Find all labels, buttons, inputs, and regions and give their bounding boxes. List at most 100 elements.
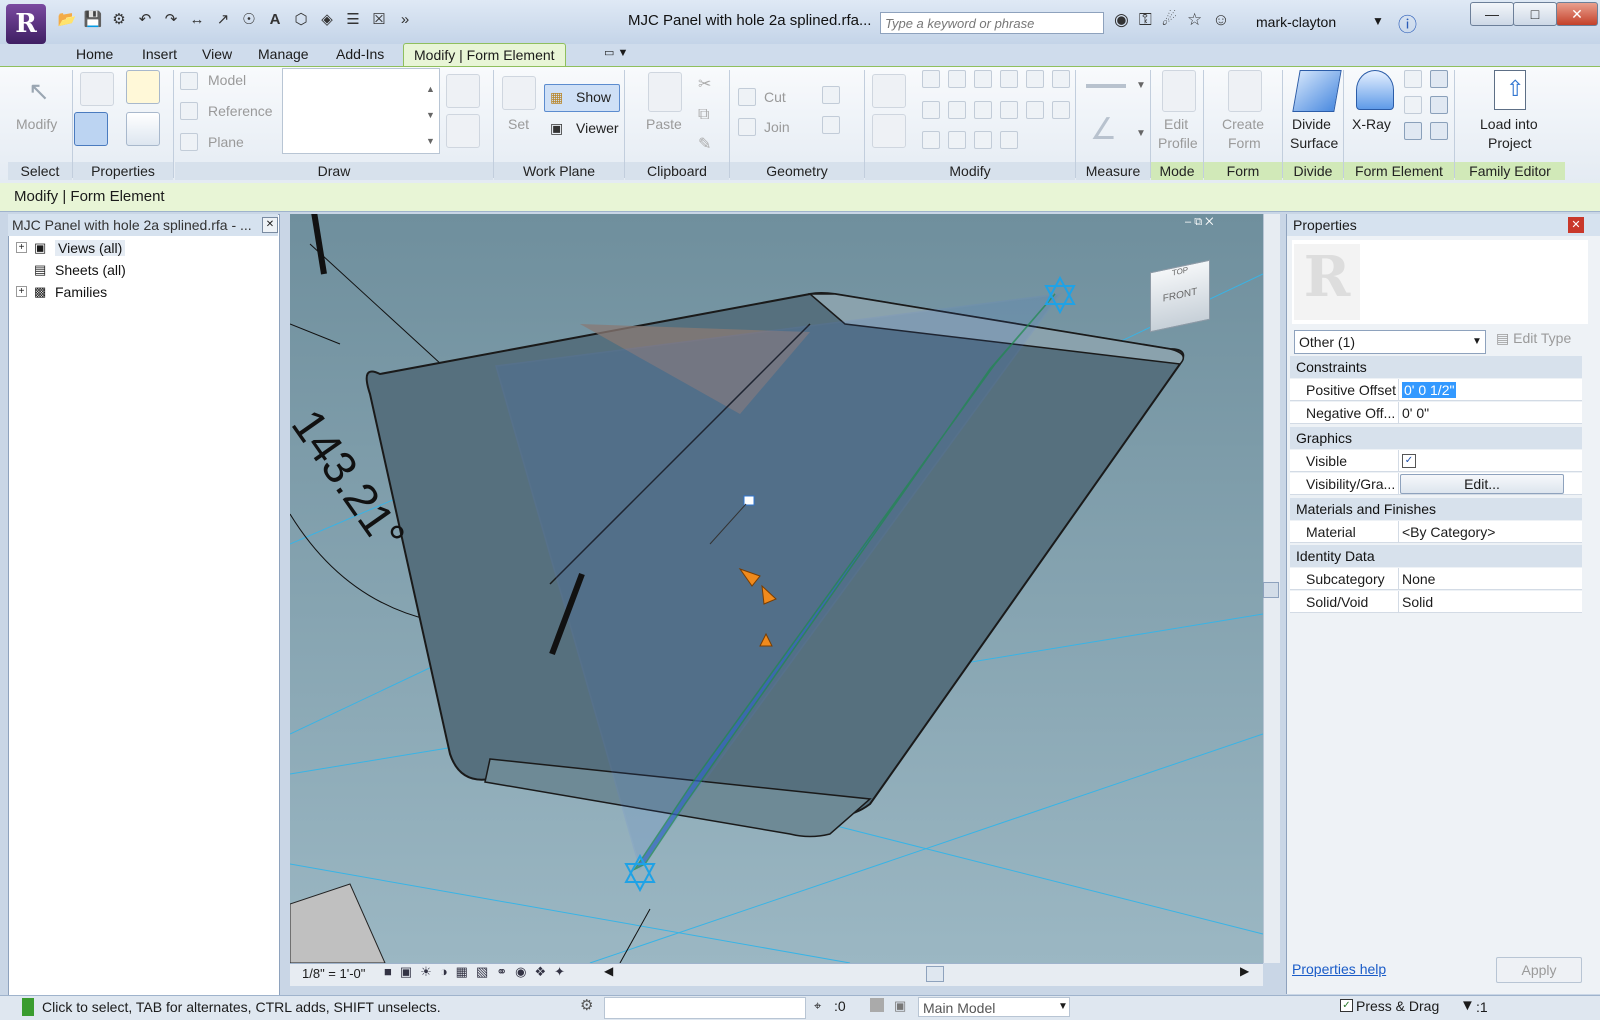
- edit-type-button[interactable]: ▤ Edit Type: [1496, 330, 1571, 347]
- binoculars-icon[interactable]: ◉: [1114, 10, 1129, 30]
- thin-lines-icon[interactable]: ☰: [342, 8, 364, 30]
- align-icon[interactable]: [872, 74, 906, 108]
- visible-checkbox[interactable]: ✓: [1402, 454, 1416, 468]
- scale-icon[interactable]: [1000, 100, 1018, 119]
- satellite-icon[interactable]: ☄: [1162, 10, 1177, 30]
- undo-icon[interactable]: ↶: [134, 8, 156, 30]
- view-cube-front[interactable]: FRONT: [1151, 284, 1209, 307]
- reference-button[interactable]: Reference: [208, 103, 273, 119]
- application-menu-button[interactable]: R: [6, 4, 46, 44]
- open-icon[interactable]: 📂: [56, 8, 78, 30]
- mirror-icon[interactable]: [922, 70, 940, 88]
- 3d-viewport[interactable]: 143.21° TOP FRONT – ⧉ ✕: [290, 214, 1263, 963]
- tree-item-families[interactable]: Families: [55, 284, 107, 300]
- pick-lines-icon[interactable]: [446, 74, 480, 108]
- create-form-icon[interactable]: [1228, 70, 1262, 112]
- xray-button[interactable]: X-Ray: [1352, 116, 1391, 132]
- property-negative-offset[interactable]: Negative Off... 0' 0": [1290, 402, 1582, 424]
- set-button[interactable]: Set: [508, 116, 529, 132]
- property-material[interactable]: Material <By Category>: [1290, 521, 1582, 543]
- negative-offset-input[interactable]: 0' 0": [1402, 405, 1429, 421]
- group-graphics[interactable]: Graphics: [1290, 427, 1582, 449]
- lock-profiles-icon[interactable]: [1430, 96, 1448, 114]
- close-button[interactable]: ✕: [1556, 2, 1598, 26]
- text-icon[interactable]: A: [264, 8, 286, 30]
- measure-distance-icon[interactable]: [1086, 84, 1126, 88]
- redo-icon[interactable]: ↷: [160, 8, 182, 30]
- plane-button[interactable]: Plane: [208, 134, 244, 150]
- more-icon[interactable]: »: [394, 8, 416, 30]
- sync-icon[interactable]: ⚙: [108, 8, 130, 30]
- property-visibility-graphics[interactable]: Visibility/Gra... Edit...: [1290, 473, 1582, 495]
- properties-icon[interactable]: [80, 72, 114, 106]
- visual-style-icon[interactable]: ▣: [400, 964, 412, 980]
- modify-button[interactable]: Modify: [16, 116, 57, 132]
- view-minimize-icon[interactable]: –: [1185, 216, 1191, 228]
- add-profile-icon[interactable]: [1404, 96, 1422, 114]
- join-icon[interactable]: [738, 118, 756, 136]
- view-restore-icon[interactable]: ⧉: [1194, 216, 1202, 228]
- family-category-icon[interactable]: [126, 112, 160, 146]
- tab-add-ins[interactable]: Add-Ins: [336, 46, 384, 62]
- scroll-right-icon[interactable]: ▶: [1240, 964, 1249, 978]
- offset-icon[interactable]: [1000, 70, 1018, 88]
- 3d-view-icon[interactable]: ⬡: [290, 8, 312, 30]
- rotate-icon[interactable]: [948, 100, 966, 119]
- paint-icon[interactable]: [822, 116, 840, 134]
- pick-new-host-icon[interactable]: [1404, 122, 1422, 140]
- user-icon[interactable]: ☺: [1212, 10, 1229, 30]
- tab-view[interactable]: View: [202, 46, 232, 62]
- plane-icon[interactable]: [180, 133, 198, 151]
- scroll-left-icon[interactable]: ◀: [604, 964, 613, 978]
- save-icon[interactable]: 💾: [82, 8, 104, 30]
- paste-button[interactable]: Paste: [646, 116, 682, 132]
- divide-surface-label-2[interactable]: Surface: [1290, 135, 1338, 151]
- load-into-project-label-2[interactable]: Project: [1488, 135, 1532, 151]
- cursor-icon[interactable]: ↖: [28, 76, 50, 107]
- array-icon[interactable]: [974, 100, 992, 119]
- set-work-plane-icon[interactable]: [502, 76, 536, 110]
- gallery-scroll-icon[interactable]: ▲ ▼ ▼: [426, 76, 435, 154]
- divide-surface-icon[interactable]: [1292, 70, 1342, 112]
- dimension-icon[interactable]: ↗: [212, 8, 234, 30]
- detail-level-icon[interactable]: ■: [384, 964, 392, 980]
- cut-icon[interactable]: [738, 88, 756, 106]
- property-subcategory[interactable]: Subcategory None: [1290, 568, 1582, 590]
- split-icon[interactable]: [974, 70, 992, 88]
- key-icon[interactable]: ⚿: [1139, 10, 1152, 30]
- crop-view-icon[interactable]: ▦: [456, 964, 468, 980]
- create-form-label-2[interactable]: Form: [1228, 135, 1261, 151]
- reference-icon[interactable]: [180, 102, 198, 120]
- extend-icon[interactable]: [948, 131, 966, 150]
- edit-profile-label-2[interactable]: Profile: [1158, 135, 1198, 151]
- expand-icon[interactable]: +: [16, 242, 27, 253]
- lock-icon[interactable]: [743, 495, 755, 506]
- visibility-edit-button[interactable]: Edit...: [1400, 474, 1564, 494]
- copy-icon[interactable]: [922, 100, 940, 119]
- positive-offset-input[interactable]: 0' 0 1/2": [1402, 382, 1457, 398]
- model-button[interactable]: Model: [208, 72, 246, 88]
- measure-icon[interactable]: ↔: [186, 8, 208, 30]
- tag-icon[interactable]: ☉: [238, 8, 260, 30]
- workset-dropdown[interactable]: [604, 997, 806, 1019]
- chevron-down-icon[interactable]: ▼: [1058, 1001, 1068, 1012]
- sun-path-icon[interactable]: ☀: [420, 964, 432, 980]
- tab-insert[interactable]: Insert: [142, 46, 177, 62]
- tree-item-sheets[interactable]: Sheets (all): [55, 262, 126, 278]
- join-button[interactable]: Join: [764, 119, 790, 135]
- xray-icon[interactable]: [1356, 70, 1394, 110]
- model-line-icon[interactable]: [180, 72, 198, 90]
- edit-profile-icon[interactable]: [1162, 70, 1196, 112]
- trim-icon[interactable]: [1026, 100, 1044, 119]
- angular-dimension-icon[interactable]: ∠: [1090, 112, 1117, 147]
- subcategory-value[interactable]: None: [1402, 571, 1435, 587]
- tab-home[interactable]: Home: [76, 46, 113, 62]
- close-icon[interactable]: ✕: [1568, 217, 1584, 233]
- tab-modify-form-element[interactable]: Modify | Form Element: [403, 43, 566, 66]
- view-close-icon[interactable]: ✕: [1205, 216, 1213, 228]
- close-icon[interactable]: ✕: [262, 217, 278, 233]
- paste-icon[interactable]: [648, 72, 682, 112]
- unlock-profiles-icon[interactable]: [1430, 122, 1448, 140]
- group-constraints[interactable]: Constraints: [1290, 356, 1582, 378]
- mirror-draw-icon[interactable]: [948, 70, 966, 88]
